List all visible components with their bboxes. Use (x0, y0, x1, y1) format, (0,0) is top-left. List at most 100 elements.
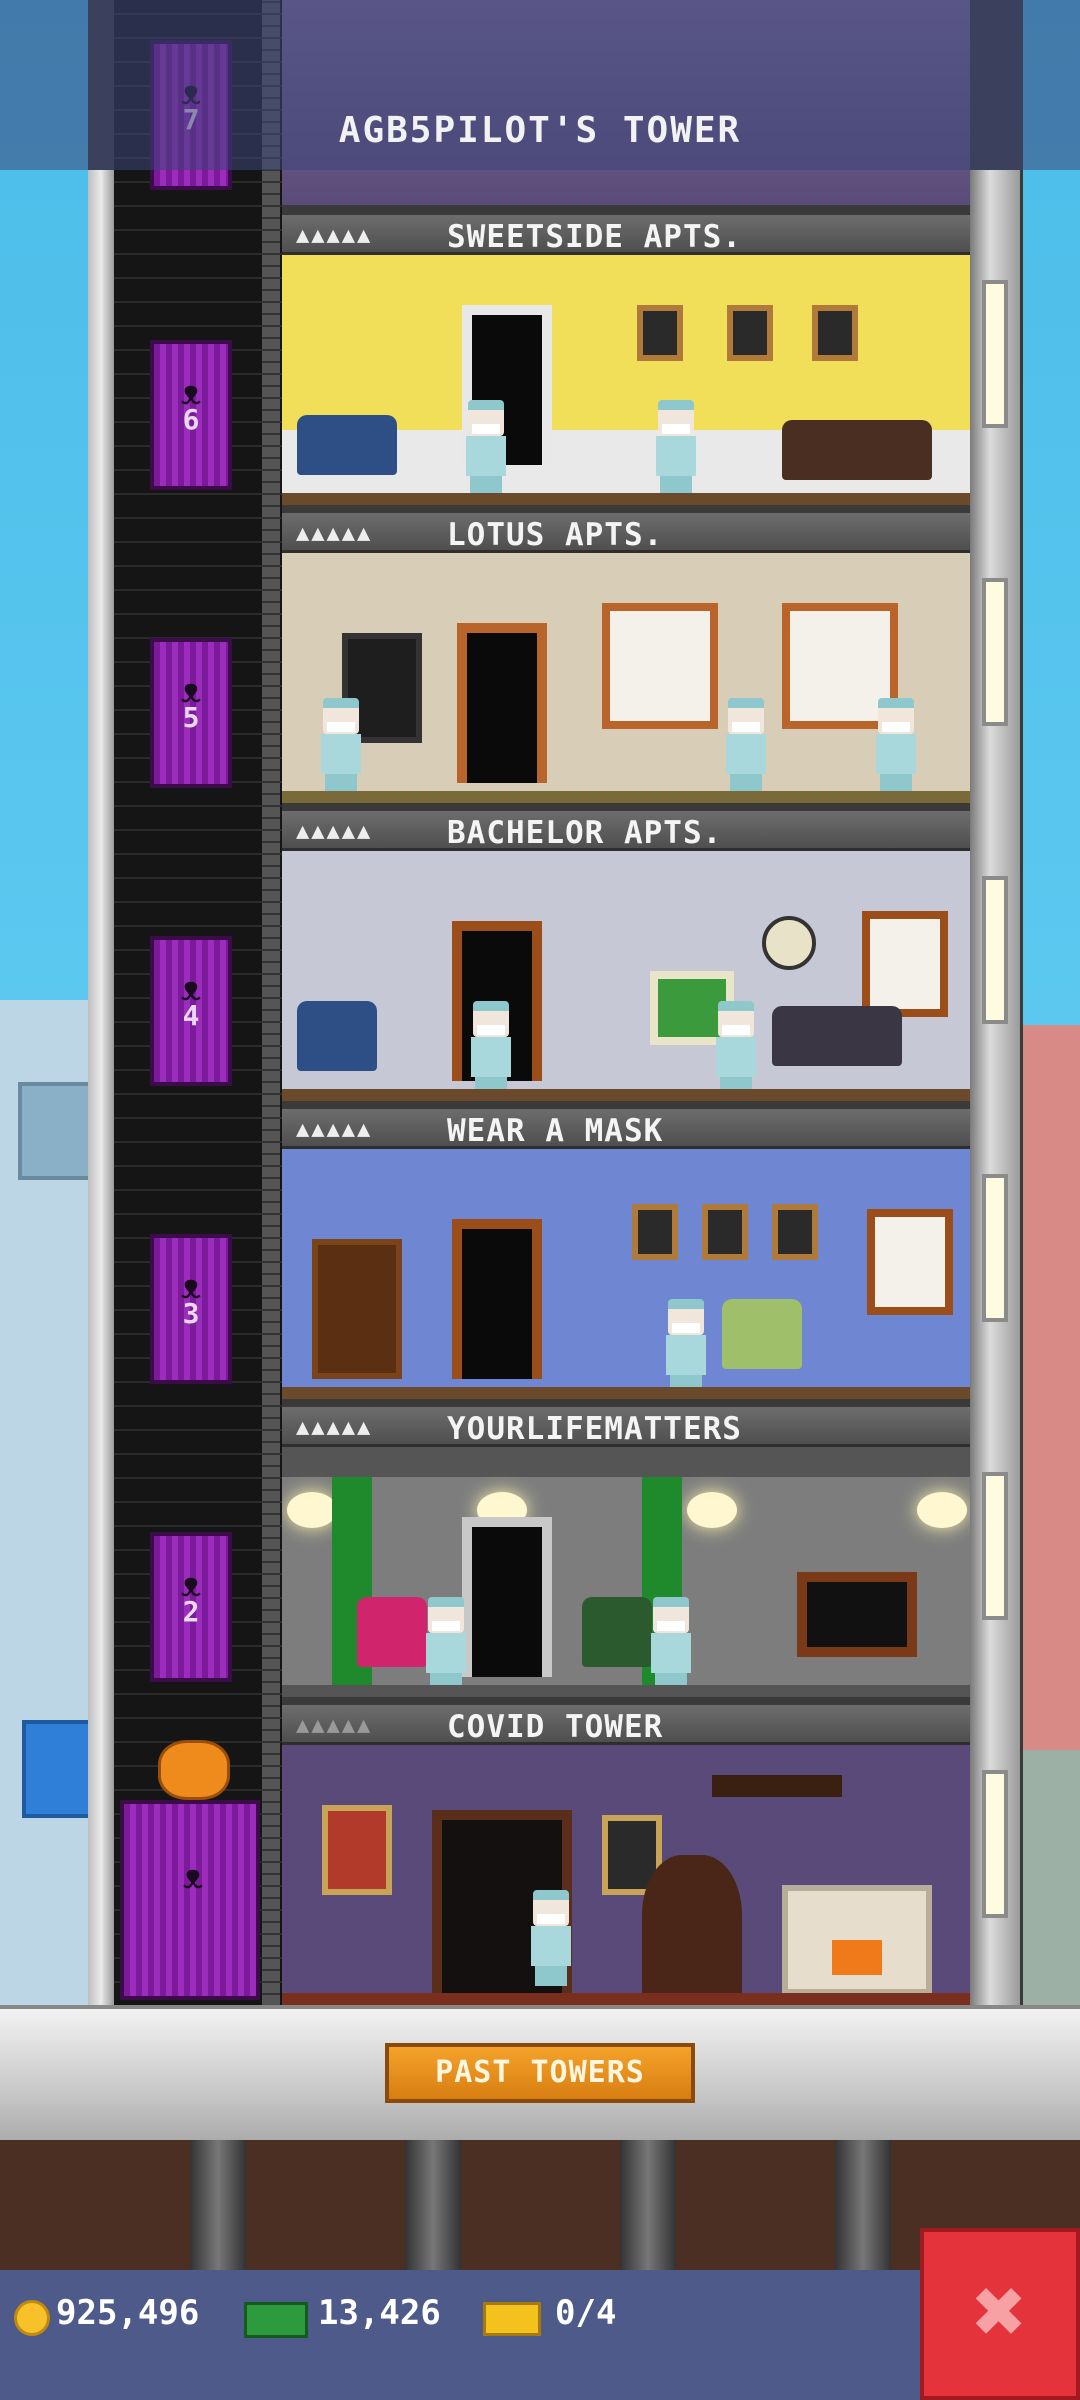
support-column (835, 2140, 891, 2270)
coin-icon (14, 2300, 50, 2336)
background-building-right-low (1020, 1750, 1080, 2005)
chandelier (712, 1775, 842, 1797)
resident[interactable] (462, 400, 510, 496)
floor-lotus-apts[interactable]: ▲▲▲▲▲ LOTUS APTS. (282, 513, 970, 811)
bat-icon: ᴥ (182, 1857, 204, 1897)
support-column (405, 2140, 461, 2270)
bux-count: 13,426 (318, 2293, 441, 2333)
resident[interactable] (722, 698, 770, 794)
resident[interactable] (527, 1890, 575, 1986)
floor-stars: ▲▲▲▲▲ (296, 521, 373, 546)
resident[interactable] (872, 698, 920, 794)
room-floor (282, 1685, 970, 1697)
floor-name: LOTUS APTS. (447, 517, 664, 553)
background-sign (22, 1720, 96, 1818)
elevator-door-floor-5[interactable]: ᴥ 5 (150, 638, 232, 788)
window (862, 911, 948, 1017)
picture-frame (632, 1204, 678, 1260)
floor-name: COVID TOWER (447, 1709, 664, 1745)
floor-label-bar: ▲▲▲▲▲ SWEETSIDE APTS. (282, 215, 970, 255)
floor-stars: ▲▲▲▲▲ (296, 819, 373, 844)
tower-window-light (982, 1472, 1008, 1620)
room-door (452, 1219, 542, 1379)
resident[interactable] (662, 1299, 710, 1395)
resident[interactable] (652, 400, 700, 496)
underground (0, 2140, 1080, 2270)
close-icon: ✖ (972, 2259, 1028, 2364)
floor-bachelor-apts[interactable]: ▲▲▲▲▲ BACHELOR APTS. (282, 811, 970, 1109)
coffin (642, 1855, 742, 2005)
picture-frame (772, 1204, 818, 1260)
golden-ticket-icon (483, 2302, 541, 2336)
floor-name: SWEETSIDE APTS. (447, 219, 742, 255)
resident[interactable] (422, 1597, 470, 1693)
elevator-car[interactable]: ᴥ (120, 1800, 260, 2000)
elevator-floor-number: 6 (182, 403, 200, 436)
dartboard (762, 916, 816, 970)
armchair (297, 415, 397, 475)
armchair (722, 1299, 802, 1369)
elevator-door-floor-3[interactable]: ᴥ 3 (150, 1234, 232, 1384)
room-floor (282, 1993, 970, 2005)
floor-sweetside-apts[interactable]: ▲▲▲▲▲ SWEETSIDE APTS. (282, 215, 970, 513)
resident[interactable] (317, 698, 365, 794)
picture-frame (727, 305, 773, 361)
tower-window-light (982, 876, 1008, 1024)
room-interior (282, 1149, 970, 1399)
sofa (772, 1006, 902, 1066)
television (797, 1572, 917, 1657)
sofa (782, 420, 932, 480)
tower-window-light (982, 1770, 1008, 1918)
elevator-rail (262, 0, 280, 2005)
portrait-frame (322, 1805, 392, 1895)
floor-wear-a-mask[interactable]: ▲▲▲▲▲ WEAR A MASK (282, 1109, 970, 1407)
elevator-door-floor-2[interactable]: ᴥ 2 (150, 1532, 232, 1682)
tower-window-light (982, 1174, 1008, 1322)
past-towers-button[interactable]: PAST TOWERS (385, 2043, 695, 2103)
floor-label-bar: ▲▲▲▲▲ LOTUS APTS. (282, 513, 970, 553)
resident[interactable] (712, 1001, 760, 1097)
ceiling-lamp (687, 1492, 737, 1528)
tower-window-light (982, 578, 1008, 726)
floor-covid-tower-lobby[interactable]: ▲▲▲▲▲ COVID TOWER (282, 1705, 970, 2005)
ceiling-pipe (282, 1447, 970, 1477)
elevator-door-floor-4[interactable]: ᴥ 4 (150, 936, 232, 1086)
bookshelf (312, 1239, 402, 1379)
shoji-window (602, 603, 718, 729)
floor-label-bar: ▲▲▲▲▲ YOURLIFEMATTERS (282, 1407, 970, 1447)
close-button[interactable]: ✖ (920, 2228, 1080, 2400)
fire (832, 1940, 882, 1975)
resident[interactable] (647, 1597, 695, 1693)
tower-window-light (982, 280, 1008, 428)
room-floor (282, 493, 970, 505)
floor-label-bar: ▲▲▲▲▲ WEAR A MASK (282, 1109, 970, 1149)
floor-stars: ▲▲▲▲▲ (296, 1713, 373, 1738)
floor-stars: ▲▲▲▲▲ (296, 1117, 373, 1142)
background-billboard (18, 1082, 96, 1180)
ceiling-lamp (917, 1492, 967, 1528)
room-interior (282, 1447, 970, 1697)
floor-stars: ▲▲▲▲▲ (296, 223, 373, 248)
room-interior (282, 255, 970, 505)
elevator-door-floor-6[interactable]: ᴥ 6 (150, 340, 232, 490)
support-column (620, 2140, 676, 2270)
tower-right-pillar (970, 170, 1020, 2005)
tower-bux-icon (244, 2302, 308, 2338)
window (867, 1209, 953, 1315)
floor-yourlifematters[interactable]: ▲▲▲▲▲ YOURLIFEMATTERS (282, 1407, 970, 1705)
room-door (457, 623, 547, 783)
tickets-count: 0/4 (555, 2293, 617, 2333)
tower-title: AGB5PILOT'S TOWER (338, 110, 742, 151)
resident[interactable] (467, 1001, 515, 1097)
elevator-floor-number: 4 (182, 999, 200, 1032)
room-floor (282, 1387, 970, 1399)
support-column (190, 2140, 246, 2270)
elevator-floor-number: 2 (182, 1595, 200, 1628)
armchair (582, 1597, 652, 1667)
picture-frame (812, 305, 858, 361)
floor-name: YOURLIFEMATTERS (447, 1411, 742, 1447)
armchair (357, 1597, 427, 1667)
floor-name: WEAR A MASK (447, 1113, 664, 1149)
floor-stars: ▲▲▲▲▲ (296, 1415, 373, 1440)
room-interior (282, 851, 970, 1101)
